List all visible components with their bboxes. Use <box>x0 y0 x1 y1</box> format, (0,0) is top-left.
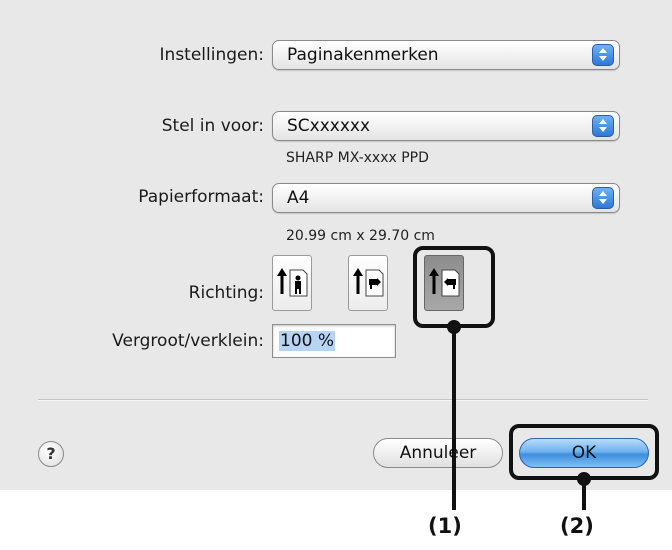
orientation-portrait-button[interactable] <box>272 255 312 311</box>
popup-arrows-icon <box>592 44 614 66</box>
landscape-orientation-icon <box>353 268 384 297</box>
paper-size-text: 20.99 cm x 29.70 cm <box>286 228 435 244</box>
instellingen-popup[interactable]: Paginakenmerken <box>272 40 620 70</box>
help-button[interactable]: ? <box>38 441 64 467</box>
printer-info-text: SHARP MX-xxxx PPD <box>286 150 429 166</box>
callout-1-number: (1) <box>428 514 462 538</box>
instellingen-value: Paginakenmerken <box>287 45 439 65</box>
separator <box>38 399 648 401</box>
scale-input[interactable]: 100 % <box>272 324 396 358</box>
cancel-button[interactable]: Annuleer <box>373 438 503 468</box>
stel-in-voor-popup[interactable]: SCxxxxxx <box>272 111 620 141</box>
richting-label: Richting: <box>188 283 264 303</box>
callout-1-box <box>413 246 495 328</box>
popup-arrows-icon <box>592 115 614 137</box>
popup-arrows-icon <box>592 187 614 209</box>
callout-2-line <box>582 478 586 510</box>
stel-in-voor-label: Stel in voor: <box>161 116 264 136</box>
callout-1-line <box>452 326 456 510</box>
callout-2-number: (2) <box>560 514 594 538</box>
orientation-landscape-button[interactable] <box>348 255 388 311</box>
papierformaat-popup[interactable]: A4 <box>272 183 620 213</box>
instellingen-label: Instellingen: <box>159 45 264 65</box>
stel-in-voor-value: SCxxxxxx <box>287 116 371 136</box>
page-setup-dialog: Instellingen: Paginakenmerken Stel in vo… <box>0 0 672 490</box>
vergroot-verklein-label: Vergroot/verklein: <box>112 331 264 351</box>
portrait-orientation-icon <box>277 268 308 297</box>
scale-value: 100 % <box>279 331 336 351</box>
papierformaat-label: Papierformaat: <box>138 187 264 207</box>
papierformaat-value: A4 <box>287 188 310 208</box>
